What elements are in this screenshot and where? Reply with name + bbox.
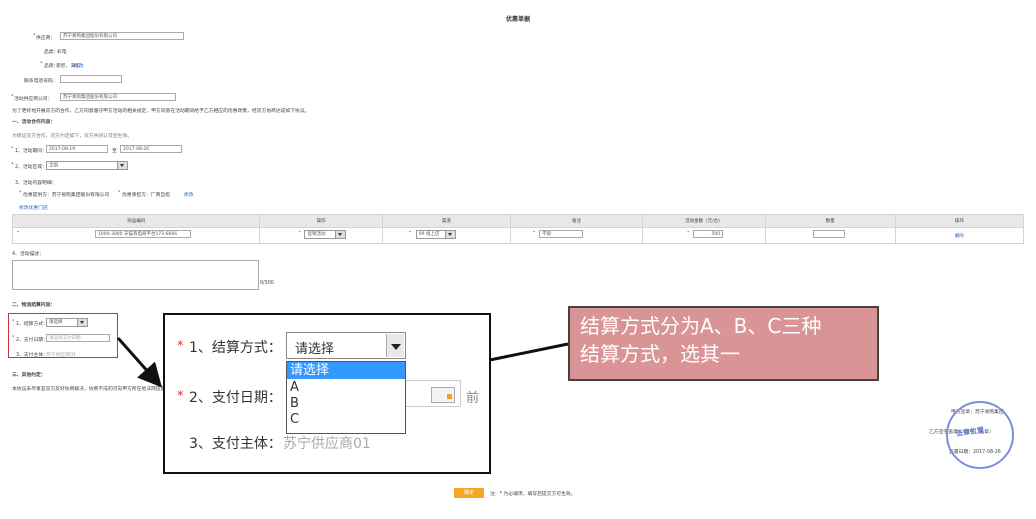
callout-line1: 结算方式分为A、B、C三种 <box>580 314 822 338</box>
required-mark: * <box>177 389 184 404</box>
zoom-settle-label: 1、结算方式： <box>189 340 282 356</box>
annotation-arrows <box>116 337 569 389</box>
zoom-payer-value: 苏宁供应商01 <box>283 436 371 452</box>
zoom-settle-select[interactable]: 请选择 <box>286 332 406 359</box>
option-b[interactable]: B <box>287 396 405 412</box>
zoom-options-list: 请选择 A B C <box>286 361 406 434</box>
zoom-pay-input[interactable] <box>406 380 461 407</box>
zoom-settle-selected: 请选择 <box>295 342 335 357</box>
calendar-icon[interactable] <box>431 387 455 403</box>
callout-line2: 结算方式，选其一 <box>580 342 740 366</box>
required-mark: * <box>177 339 184 354</box>
option-a[interactable]: A <box>287 379 405 396</box>
zoom-panel: * 1、结算方式： 请选择 请选择 A B C * 2、支付日期： 前 3、支付… <box>163 313 491 474</box>
arrow-to-zoom <box>116 337 162 388</box>
zoom-pay-label: 2、支付日期： <box>189 390 282 406</box>
option-placeholder[interactable]: 请选择 <box>287 362 405 379</box>
zoom-pay-suffix: 前 <box>466 391 480 406</box>
zoom-payer-label: 3、支付主体： <box>189 436 282 452</box>
option-c[interactable]: C <box>287 412 405 428</box>
chevron-down-icon <box>386 334 404 357</box>
callout-box: 结算方式分为A、B、C三种 结算方式，选其一 <box>568 306 879 381</box>
